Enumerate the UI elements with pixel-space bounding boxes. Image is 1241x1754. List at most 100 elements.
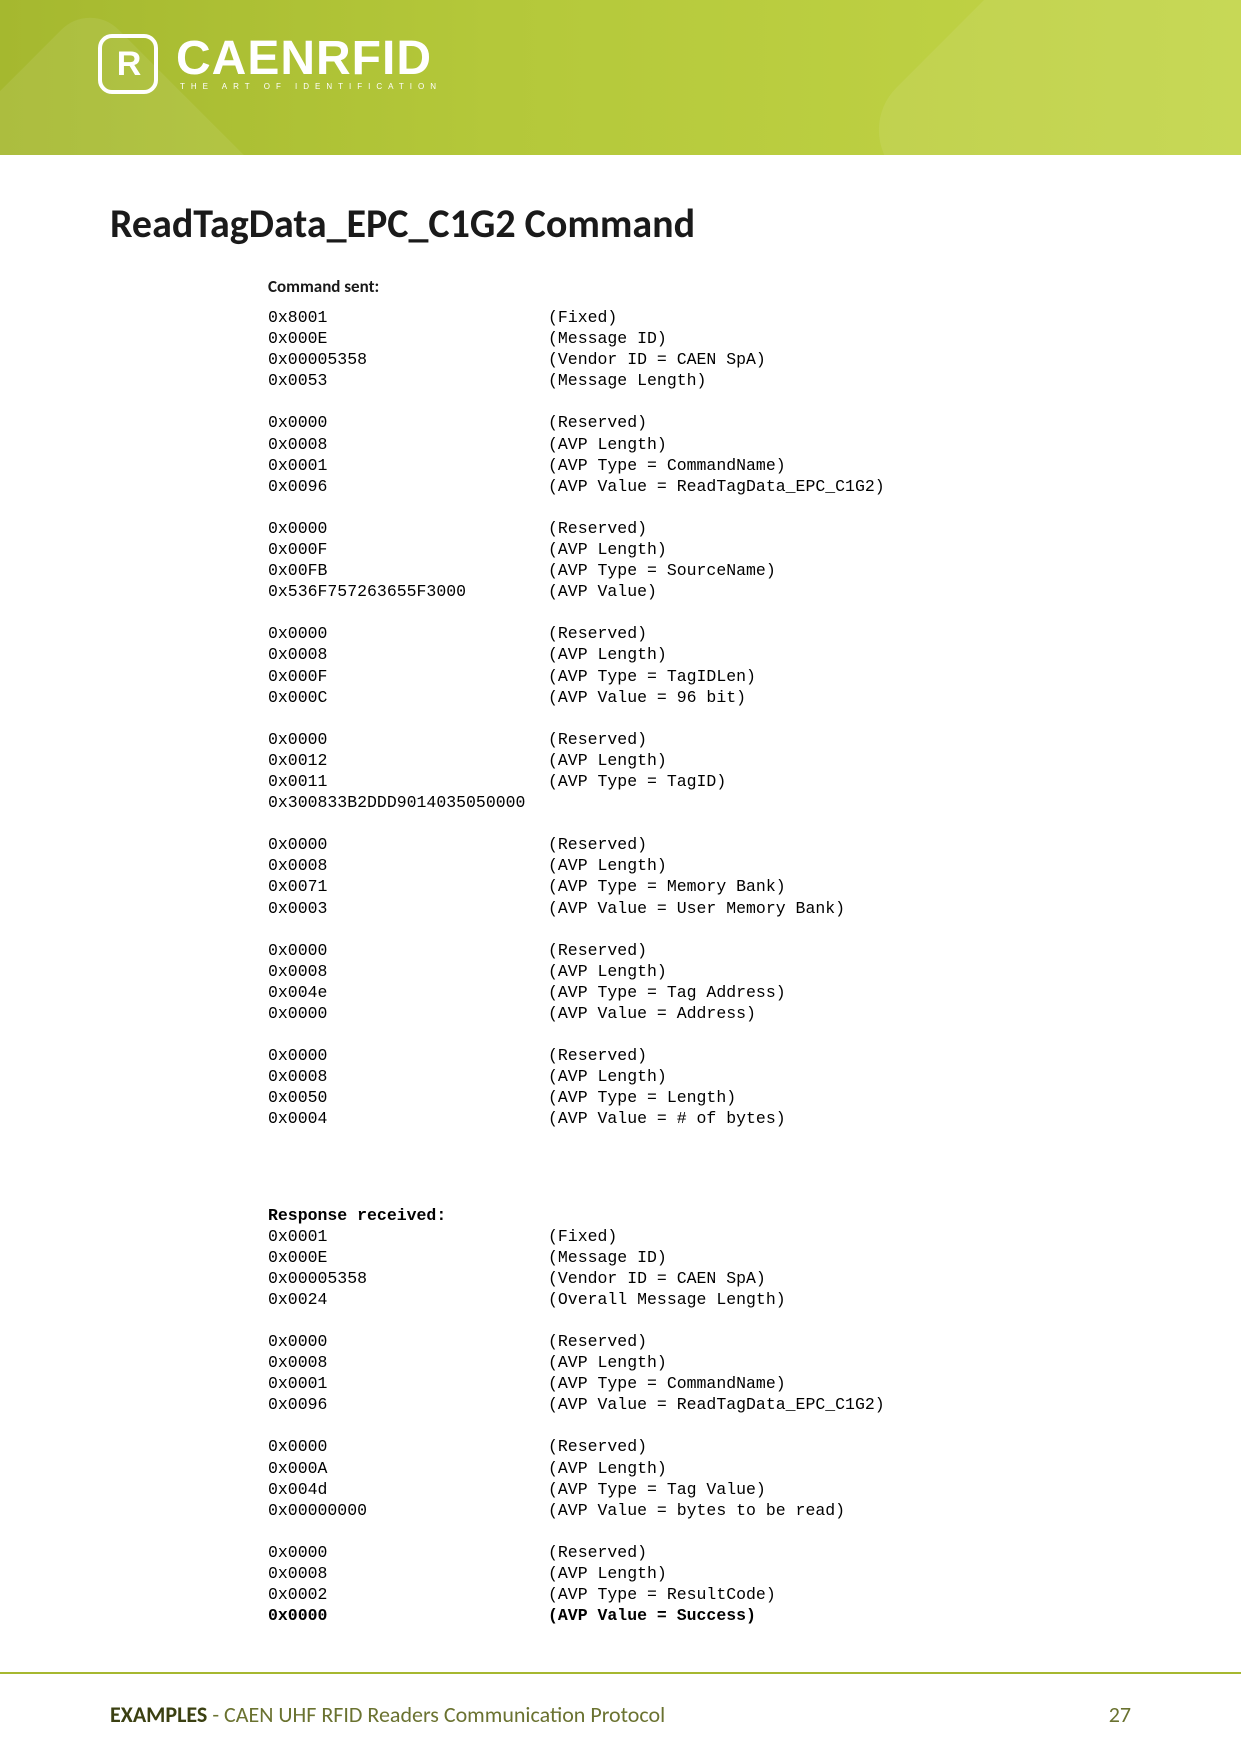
code-desc: (AVP Type = Tag Value) bbox=[548, 1479, 766, 1500]
code-hex: 0x0050 bbox=[268, 1087, 548, 1108]
code-hex: 0x0096 bbox=[268, 476, 548, 497]
code-hex: 0x000C bbox=[268, 687, 548, 708]
code-group: 0x8001(Fixed)0x000E(Message ID)0x0000535… bbox=[268, 307, 1131, 391]
code-row: 0x00FB(AVP Type = SourceName) bbox=[268, 560, 1131, 581]
code-row: 0x0002(AVP Type = ResultCode) bbox=[268, 1584, 1131, 1605]
code-row: 0x0001(Fixed) bbox=[268, 1226, 1131, 1247]
code-row: 0x0008(AVP Length) bbox=[268, 855, 1131, 876]
code-hex: 0x0004 bbox=[268, 1108, 548, 1129]
code-row: 0x0000(Reserved) bbox=[268, 1045, 1131, 1066]
code-row: 0x00000000(AVP Value = bytes to be read) bbox=[268, 1500, 1131, 1521]
code-row: 0x300833B2DDD9014035050000 bbox=[268, 792, 1131, 813]
code-desc: (Reserved) bbox=[548, 1331, 647, 1352]
code-row: 0x0000(Reserved) bbox=[268, 834, 1131, 855]
code-hex: 0x0096 bbox=[268, 1394, 548, 1415]
code-desc: (AVP Length) bbox=[548, 434, 667, 455]
code-hex: 0x0000 bbox=[268, 834, 548, 855]
code-hex: 0x0000 bbox=[268, 1331, 548, 1352]
code-row: 0x0012(AVP Length) bbox=[268, 750, 1131, 771]
code-group: 0x0000(Reserved)0x000F(AVP Length)0x00FB… bbox=[268, 518, 1131, 602]
code-row: 0x004d(AVP Type = Tag Value) bbox=[268, 1479, 1131, 1500]
code-desc: (AVP Type = TagIDLen) bbox=[548, 666, 756, 687]
code-group: 0x0000(Reserved)0x0008(AVP Length)0x0001… bbox=[268, 1331, 1131, 1415]
code-hex: 0x0000 bbox=[268, 518, 548, 539]
code-desc: (Message Length) bbox=[548, 370, 706, 391]
code-row: 0x0000(Reserved) bbox=[268, 729, 1131, 750]
code-desc: (AVP Length) bbox=[548, 644, 667, 665]
code-hex: 0x000F bbox=[268, 539, 548, 560]
code-desc: (Reserved) bbox=[548, 729, 647, 750]
code-row: 0x0000(Reserved) bbox=[268, 1436, 1131, 1457]
code-hex: 0x004e bbox=[268, 982, 548, 1003]
code-hex: 0x300833B2DDD9014035050000 bbox=[268, 792, 548, 813]
code-desc: (AVP Length) bbox=[548, 1458, 667, 1479]
code-row: 0x0008(AVP Length) bbox=[268, 961, 1131, 982]
code-desc: (Vendor ID = CAEN SpA) bbox=[548, 349, 766, 370]
code-row: 0x0000(Reserved) bbox=[268, 1542, 1131, 1563]
code-hex: 0x0008 bbox=[268, 434, 548, 455]
code-row: 0x0000(Reserved) bbox=[268, 1331, 1131, 1352]
code-row: 0x0001(AVP Type = CommandName) bbox=[268, 1373, 1131, 1394]
code-desc: (Vendor ID = CAEN SpA) bbox=[548, 1268, 766, 1289]
logo-badge-letter: R bbox=[117, 45, 140, 84]
code-group: 0x0000(Reserved)0x0008(AVP Length)0x004e… bbox=[268, 940, 1131, 1024]
code-hex: 0x0000 bbox=[268, 623, 548, 644]
code-desc: (AVP Type = Memory Bank) bbox=[548, 876, 786, 897]
code-group: 0x0000(Reserved)0x000A(AVP Length)0x004d… bbox=[268, 1436, 1131, 1520]
code-row: 0x000A(AVP Length) bbox=[268, 1458, 1131, 1479]
code-row: 0x0008(AVP Length) bbox=[268, 644, 1131, 665]
code-desc: (AVP Value = bytes to be read) bbox=[548, 1500, 845, 1521]
code-row: 0x0000(Reserved) bbox=[268, 518, 1131, 539]
code-hex: 0x00000000 bbox=[268, 1500, 548, 1521]
code-desc: (AVP Value = ReadTagData_EPC_C1G2) bbox=[548, 476, 885, 497]
code-row: 0x0000(Reserved) bbox=[268, 412, 1131, 433]
code-desc: (AVP Value) bbox=[548, 581, 657, 602]
code-desc: (Fixed) bbox=[548, 1226, 617, 1247]
code-hex: 0x0008 bbox=[268, 1563, 548, 1584]
code-desc: (AVP Length) bbox=[548, 539, 667, 560]
code-hex: 0x0008 bbox=[268, 1352, 548, 1373]
code-hex: 0x0008 bbox=[268, 644, 548, 665]
code-hex: 0x0000 bbox=[268, 1542, 548, 1563]
code-row: 0x000E(Message ID) bbox=[268, 328, 1131, 349]
code-group: 0x0000(Reserved)0x0008(AVP Length)0x000F… bbox=[268, 623, 1131, 707]
response-received-label: Response received: bbox=[268, 1205, 1131, 1226]
code-row: 0x000C(AVP Value = 96 bit) bbox=[268, 687, 1131, 708]
code-hex: 0x0008 bbox=[268, 855, 548, 876]
code-hex: 0x000F bbox=[268, 666, 548, 687]
code-row: 0x8001(Fixed) bbox=[268, 307, 1131, 328]
code-hex: 0x0001 bbox=[268, 455, 548, 476]
footer-page-number: 27 bbox=[1109, 1701, 1131, 1728]
code-hex: 0x000E bbox=[268, 1247, 548, 1268]
code-hex: 0x8001 bbox=[268, 307, 548, 328]
code-hex: 0x0000 bbox=[268, 940, 548, 961]
code-group: 0x0000(Reserved)0x0008(AVP Length)0x0002… bbox=[268, 1542, 1131, 1626]
code-desc: (AVP Type = CommandName) bbox=[548, 455, 786, 476]
code-hex: 0x0001 bbox=[268, 1373, 548, 1394]
code-desc: (AVP Type = Tag Address) bbox=[548, 982, 786, 1003]
code-row: 0x0096(AVP Value = ReadTagData_EPC_C1G2) bbox=[268, 476, 1131, 497]
code-hex: 0x0000 bbox=[268, 1605, 548, 1626]
code-row: 0x0024(Overall Message Length) bbox=[268, 1289, 1131, 1310]
code-row: 0x0008(AVP Length) bbox=[268, 1352, 1131, 1373]
code-hex: 0x00005358 bbox=[268, 349, 548, 370]
code-row: 0x0071(AVP Type = Memory Bank) bbox=[268, 876, 1131, 897]
code-row: 0x00005358(Vendor ID = CAEN SpA) bbox=[268, 349, 1131, 370]
code-row: 0x000F(AVP Length) bbox=[268, 539, 1131, 560]
code-row: 0x0000(AVP Value = Address) bbox=[268, 1003, 1131, 1024]
code-hex: 0x0024 bbox=[268, 1289, 548, 1310]
code-row: 0x0011(AVP Type = TagID) bbox=[268, 771, 1131, 792]
logo: R CAENRFID THE ART OF IDENTIFICATION bbox=[98, 34, 442, 94]
code-hex: 0x0000 bbox=[268, 729, 548, 750]
code-row: 0x0000(AVP Value = Success) bbox=[268, 1605, 1131, 1626]
code-row: 0x0008(AVP Length) bbox=[268, 1066, 1131, 1087]
code-desc: (AVP Type = TagID) bbox=[548, 771, 726, 792]
code-hex: 0x0000 bbox=[268, 1045, 548, 1066]
command-sent-label: Command sent: bbox=[268, 276, 1131, 297]
code-hex: 0x0008 bbox=[268, 1066, 548, 1087]
code-hex: 0x0011 bbox=[268, 771, 548, 792]
code-hex: 0x0012 bbox=[268, 750, 548, 771]
code-desc: (AVP Length) bbox=[548, 750, 667, 771]
code-row: 0x00005358(Vendor ID = CAEN SpA) bbox=[268, 1268, 1131, 1289]
code-row: 0x536F757263655F3000(AVP Value) bbox=[268, 581, 1131, 602]
